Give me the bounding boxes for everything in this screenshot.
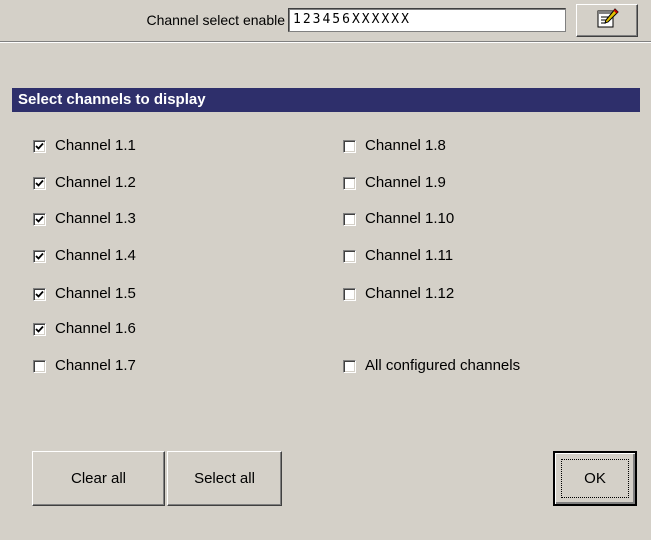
checkbox[interactable] [343,212,356,226]
checkbox[interactable] [33,287,46,301]
channel-select-input[interactable]: 123456XXXXXX [288,8,566,32]
channel-checkbox-1-4[interactable]: Channel 1.4 [33,245,136,267]
focus-rectangle [561,459,629,498]
channel-label: Channel 1.5 [55,285,136,302]
channel-checkbox-1-3[interactable]: Channel 1.3 [33,208,136,230]
select-all-button[interactable]: Select all [167,451,282,506]
channel-label: Channel 1.3 [55,210,136,227]
checkbox[interactable] [343,287,356,301]
checkbox[interactable] [33,176,46,190]
edit-notepad-icon [595,7,619,34]
checkbox[interactable] [343,249,356,263]
checkbox[interactable] [33,322,46,336]
channel-label: Channel 1.11 [365,247,454,264]
channel-checkbox-1-6[interactable]: Channel 1.6 [33,318,136,340]
channel-label: Channel 1.4 [55,247,136,264]
channel-label: Channel 1.2 [55,174,136,191]
clear-all-button[interactable]: Clear all [32,451,165,506]
channel-select-label: Channel select enable [146,12,285,28]
channel-label: Channel 1.1 [55,137,136,154]
channel-label: Channel 1.9 [365,174,446,191]
channel-select-toolbar: Channel select enable 123456XXXXXX [0,0,651,43]
dialog-title: Select channels to display [12,88,640,112]
checkbox[interactable] [33,249,46,263]
toolbar-divider [0,41,651,43]
checkbox[interactable] [33,359,46,373]
channel-checkbox-1-5[interactable]: Channel 1.5 [33,283,136,305]
channel-checkbox-1-8[interactable]: Channel 1.8 [343,135,446,157]
channel-label: Channel 1.10 [365,210,455,227]
channel-checkbox-1-1[interactable]: Channel 1.1 [33,135,136,157]
checkbox[interactable] [343,139,356,153]
channel-checkbox-1-11[interactable]: Channel 1.11 [343,245,453,267]
ok-button[interactable]: OK [553,451,637,506]
all-configured-channels-checkbox[interactable]: All configured channels [343,355,520,377]
channel-checkbox-1-7[interactable]: Channel 1.7 [33,355,136,377]
edit-button[interactable] [576,4,638,37]
channel-label: Channel 1.7 [55,357,136,374]
channel-checkbox-1-12[interactable]: Channel 1.12 [343,283,454,305]
channel-label: Channel 1.6 [55,320,136,337]
channel-checkbox-1-2[interactable]: Channel 1.2 [33,172,136,194]
checkbox[interactable] [33,212,46,226]
channel-label: Channel 1.8 [365,137,446,154]
all-configured-channels-label: All configured channels [365,357,521,374]
checkbox[interactable] [343,176,356,190]
checkbox[interactable] [343,359,356,373]
channel-label: Channel 1.12 [365,285,455,302]
channel-checkbox-1-10[interactable]: Channel 1.10 [343,208,454,230]
checkbox[interactable] [33,139,46,153]
channel-checkbox-1-9[interactable]: Channel 1.9 [343,172,446,194]
